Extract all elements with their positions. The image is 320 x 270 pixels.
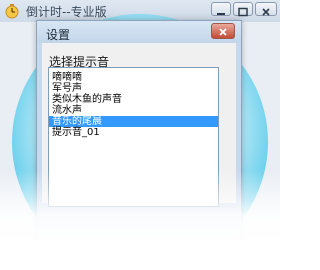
- minimize-icon: [212, 3, 230, 15]
- main-close-button[interactable]: [255, 2, 277, 16]
- list-item[interactable]: 流水声: [49, 105, 218, 116]
- dialog-titlebar[interactable]: 设置: [37, 21, 241, 43]
- list-item[interactable]: 提示音_01: [49, 127, 218, 138]
- bottom-glow-overlay: [0, 170, 280, 270]
- list-item[interactable]: 军号声: [49, 83, 218, 94]
- app-icon: [4, 3, 20, 19]
- maximize-icon: [234, 3, 252, 17]
- list-item-selected[interactable]: 音乐的尾晨: [49, 116, 218, 127]
- minimize-button[interactable]: [211, 2, 231, 16]
- screen: 倒计时--专业版 设置 选择提示音 嘀嘀嘀 军号声 类似木鱼的声音 流水声 音乐…: [0, 0, 280, 270]
- close-icon: [256, 3, 276, 16]
- dialog-close-button[interactable]: [211, 23, 235, 39]
- dialog-title: 设置: [46, 28, 71, 42]
- maximize-button[interactable]: [233, 2, 253, 17]
- main-window-title: 倒计时--专业版: [26, 5, 107, 19]
- close-icon: [212, 24, 234, 38]
- list-item[interactable]: 类似木鱼的声音: [49, 94, 218, 105]
- list-item[interactable]: 嘀嘀嘀: [49, 72, 218, 83]
